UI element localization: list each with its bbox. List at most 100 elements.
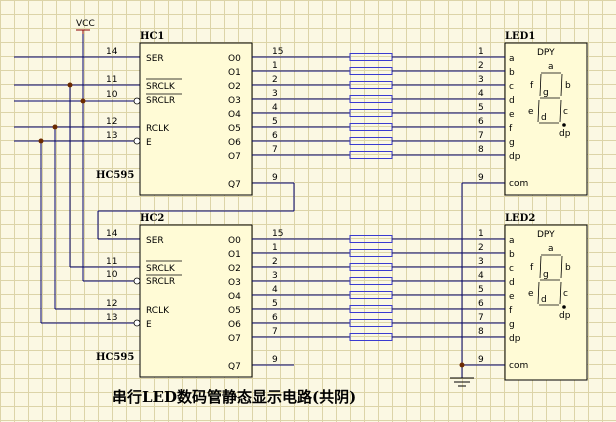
chip-hc2-pin-label: SER <box>146 236 164 246</box>
chip-hc2-out-label: O6 <box>228 320 241 330</box>
chip-hc1-pin-num: 13 <box>106 131 117 141</box>
chip-hc2-out-label: O7 <box>228 334 241 344</box>
display-led2-pin-seg: g <box>509 320 515 330</box>
chip-hc1-out-label: O0 <box>228 54 241 64</box>
display-led1-com-num: 9 <box>478 173 484 183</box>
chip-hc1-pin-label: E <box>146 138 152 148</box>
display-led2: LED2 DPY 1 2 3 4 5 6 7 8 a b c d e f g d… <box>478 213 588 381</box>
display-led2-pin-seg: b <box>509 250 515 260</box>
chip-hc2-out-label: O5 <box>228 306 241 316</box>
display-led2-pin-num: 8 <box>478 327 484 337</box>
resistor <box>349 151 393 159</box>
display-led1-pin-num: 5 <box>478 103 484 113</box>
display-led1-pin-num: 3 <box>478 75 484 85</box>
display-led2-com-num: 9 <box>478 355 484 365</box>
chip-hc2-pin-num: 12 <box>106 299 117 309</box>
chip-hc1-pin-num: 14 <box>106 47 118 57</box>
resistor <box>349 235 393 243</box>
resistor <box>349 67 393 75</box>
display-led1-title: DPY <box>537 48 555 58</box>
display-led1-pin-seg: b <box>509 68 515 78</box>
chip-hc1-pin-num: 10 <box>106 90 118 100</box>
chip-hc1-out-label: O7 <box>228 152 241 162</box>
display-led2-pin-num: 7 <box>478 313 484 323</box>
chip-hc2-out-num: 5 <box>272 299 278 309</box>
chip-hc1-pin-label: SRCLK <box>146 82 176 92</box>
chip-hc2-pin-label: SRCLR <box>146 277 175 287</box>
seg-label: c <box>563 107 568 117</box>
chip-hc1-part: HC595 <box>96 170 134 181</box>
resistor <box>349 53 393 61</box>
display-led1-pin-num: 8 <box>478 145 484 155</box>
display-led1-pin-num: 7 <box>478 131 484 141</box>
diagram-caption: 串行LED数码管静态显示电路(共阴) <box>112 388 356 406</box>
chip-hc1-out-num: 15 <box>272 47 283 57</box>
chip-hc1-out-num: 3 <box>272 89 278 99</box>
resistor <box>349 109 393 117</box>
display-led2-pin-seg: d <box>509 278 515 288</box>
segment-lines <box>252 53 505 341</box>
seg-label: a <box>548 244 554 254</box>
chip-hc1-pin-label: RCLK <box>146 124 170 134</box>
display-led1-pin-num: 6 <box>478 117 484 127</box>
chip-hc2-q7-num: 9 <box>272 355 278 365</box>
chip-hc1-pin-label: SRCLR <box>146 96 175 106</box>
display-led1-pin-seg: dp <box>509 152 521 162</box>
resistor <box>349 291 393 299</box>
chip-hc2-out-num: 7 <box>272 327 278 337</box>
resistor <box>349 305 393 313</box>
display-led2-title: DPY <box>537 230 555 240</box>
resistor <box>349 319 393 327</box>
vcc-symbol: VCC <box>76 19 95 34</box>
chip-hc1-out-label: O3 <box>228 96 241 106</box>
display-led1-pin-seg: g <box>509 138 515 148</box>
display-led2-pin-num: 5 <box>478 285 484 295</box>
resistor <box>349 137 393 145</box>
chip-hc1-out-num: 4 <box>272 103 278 113</box>
chip-hc2-out-num: 6 <box>272 313 278 323</box>
chip-hc2-out-num: 4 <box>272 285 278 295</box>
chip-hc1-out-num: 1 <box>272 61 278 71</box>
seg-label: d <box>541 295 547 305</box>
inversion-bubble <box>133 97 141 105</box>
chip-hc1-q7-label: Q7 <box>228 180 241 190</box>
display-led1-pin-num: 4 <box>478 89 484 99</box>
chip-hc1-out-label: O1 <box>228 68 241 78</box>
chip-hc2-out-label: O2 <box>228 264 241 274</box>
chip-hc2-name: HC2 <box>140 213 164 224</box>
resistor <box>349 81 393 89</box>
chip-hc2-pin-label: RCLK <box>146 306 170 316</box>
chip-hc2-pin-num: 13 <box>106 313 117 323</box>
chip-hc2-pin-label: SRCLK <box>146 264 176 274</box>
seg-label: d <box>541 113 547 123</box>
chip-hc1-pin-num: 11 <box>106 75 117 85</box>
chip-hc1-pin-label: SER <box>146 54 164 64</box>
display-led1-pin-seg: d <box>509 96 515 106</box>
display-led2-pin-num: 3 <box>478 257 484 267</box>
chip-hc2-out-label: O4 <box>228 292 241 302</box>
seg-label: e <box>528 289 534 299</box>
chip-hc2-out-num: 15 <box>272 229 283 239</box>
inversion-bubble <box>133 319 141 327</box>
chip-hc1-out-num: 6 <box>272 131 278 141</box>
chip-hc1-out-label: O2 <box>228 82 241 92</box>
display-led2-name: LED2 <box>505 213 535 224</box>
vcc-label: VCC <box>76 19 95 29</box>
inversion-bubble <box>133 137 141 145</box>
chip-hc2-pin-label: E <box>146 320 152 330</box>
display-led2-pin-num: 6 <box>478 299 484 309</box>
display-led2-pin-num: 4 <box>478 271 484 281</box>
resistor <box>349 333 393 341</box>
display-led2-pin-seg: c <box>509 264 514 274</box>
chip-hc1-out-num: 5 <box>272 117 278 127</box>
chip-hc2-out-num: 2 <box>272 257 278 267</box>
seg-label: b <box>565 263 571 273</box>
display-led1-com-label: com <box>509 179 528 189</box>
seg-label: b <box>565 81 571 91</box>
display-led1-pin-seg: c <box>509 82 514 92</box>
seg-label: a <box>548 62 554 72</box>
inversion-bubble <box>133 277 141 285</box>
chip-hc2-out-label: O1 <box>228 250 241 260</box>
seg-label: dp <box>559 311 571 321</box>
resistor <box>349 277 393 285</box>
